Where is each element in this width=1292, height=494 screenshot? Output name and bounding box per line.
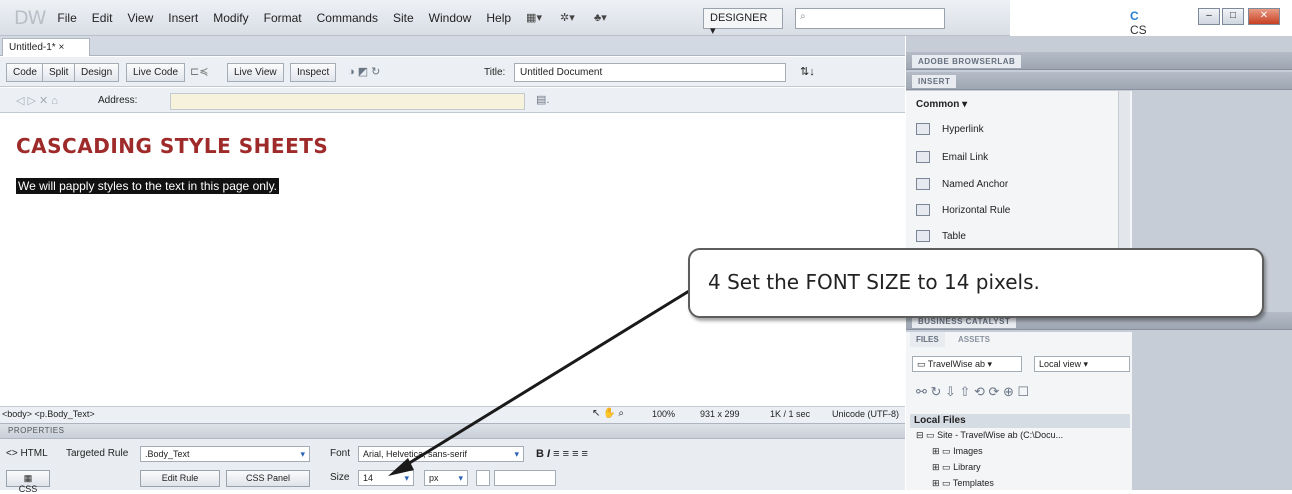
instruction-callout: 4 Set the FONT SIZE to 14 pixels.	[688, 248, 1264, 318]
callout-arrow	[388, 286, 695, 476]
callout-text: 4 Set the FONT SIZE to 14 pixels.	[708, 270, 1040, 294]
